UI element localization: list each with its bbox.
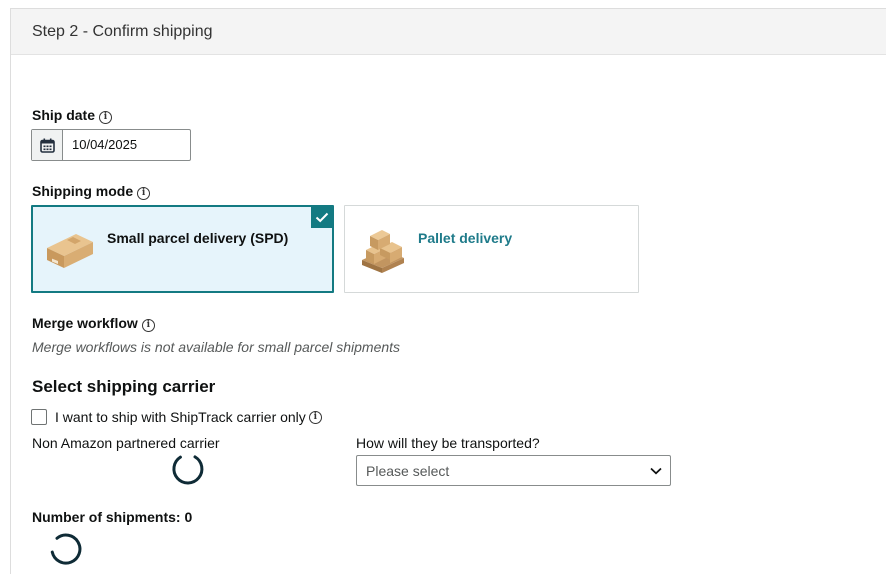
shiptrack-checkbox-label[interactable]: I want to ship with ShipTrack carrier on… <box>55 409 306 425</box>
ship-date-input[interactable]: 10/04/2025 <box>31 129 191 161</box>
ship-date-label: Ship date <box>32 107 96 123</box>
non-partnered-carrier-label: Non Amazon partnered carrier <box>32 435 220 451</box>
info-icon[interactable]: i <box>141 319 155 332</box>
info-icon[interactable]: i <box>137 187 151 200</box>
checkmark-icon <box>311 206 333 228</box>
spd-option-card[interactable]: Small parcel delivery (SPD) <box>31 205 334 293</box>
carrier-section-title: Select shipping carrier <box>32 377 216 396</box>
spd-option-label: Small parcel delivery (SPD) <box>107 230 289 246</box>
transport-select[interactable]: Please select <box>356 455 671 486</box>
chevron-down-icon <box>650 467 662 474</box>
merge-workflow-note: Merge workflows is not available for sma… <box>32 339 401 355</box>
ship-date-value[interactable]: 10/04/2025 <box>63 130 137 160</box>
transport-select-value: Please select <box>366 462 450 479</box>
ship-date-label-row: Ship date i <box>32 107 113 125</box>
shipping-mode-label-row: Shipping mode i <box>32 183 151 201</box>
transport-label: How will they be transported? <box>356 435 540 451</box>
pallet-option-label: Pallet delivery <box>418 230 513 246</box>
merge-workflow-label-row: Merge workflow i <box>32 315 155 333</box>
shipments-count: Number of shipments: 0 <box>32 509 193 525</box>
calendar-icon[interactable] <box>32 130 63 160</box>
step-title: Step 2 - Confirm shipping <box>32 22 213 40</box>
shiptrack-checkbox[interactable] <box>31 409 47 425</box>
shipping-mode-label: Shipping mode <box>32 183 134 199</box>
loading-spinner-icon <box>49 532 83 571</box>
info-icon[interactable]: i <box>99 111 113 124</box>
shiptrack-checkbox-row: I want to ship with ShipTrack carrier on… <box>31 409 322 425</box>
pallet-icon <box>358 222 408 276</box>
info-icon[interactable]: i <box>308 410 322 424</box>
merge-workflow-label: Merge workflow <box>32 315 138 331</box>
parcel-box-icon <box>43 224 97 274</box>
pallet-option-card[interactable]: Pallet delivery <box>344 205 639 293</box>
loading-spinner-icon <box>171 452 205 491</box>
step-header: Step 2 - Confirm shipping <box>11 9 886 55</box>
